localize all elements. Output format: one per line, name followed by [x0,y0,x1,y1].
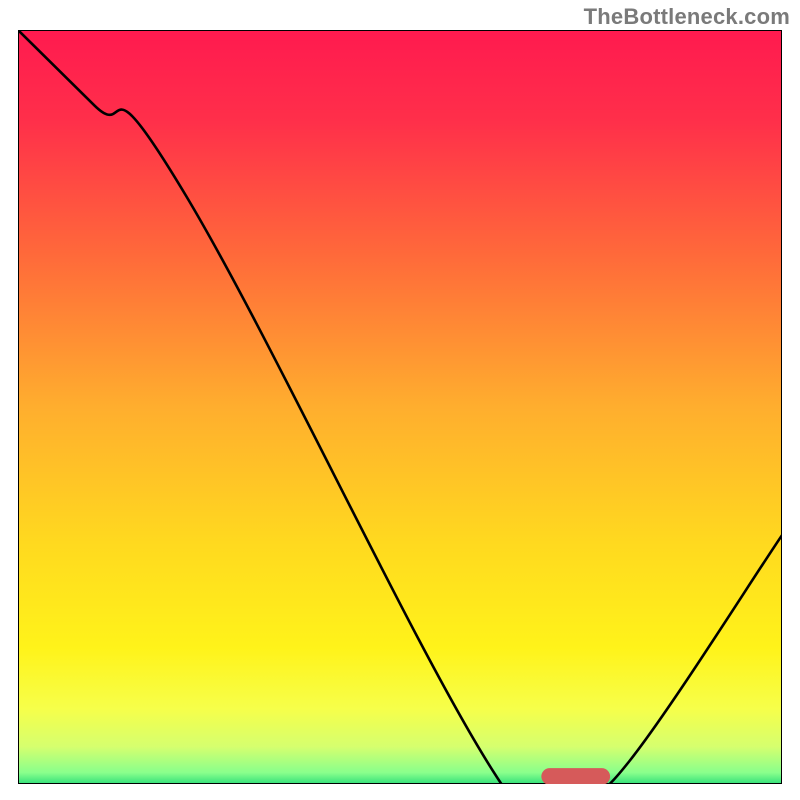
chart-frame: TheBottleneck.com [0,0,800,800]
optimal-marker [541,768,610,784]
bottleneck-chart [18,30,782,784]
gradient-background [18,30,782,784]
watermark-text: TheBottleneck.com [584,4,790,30]
plot-area [18,30,782,784]
